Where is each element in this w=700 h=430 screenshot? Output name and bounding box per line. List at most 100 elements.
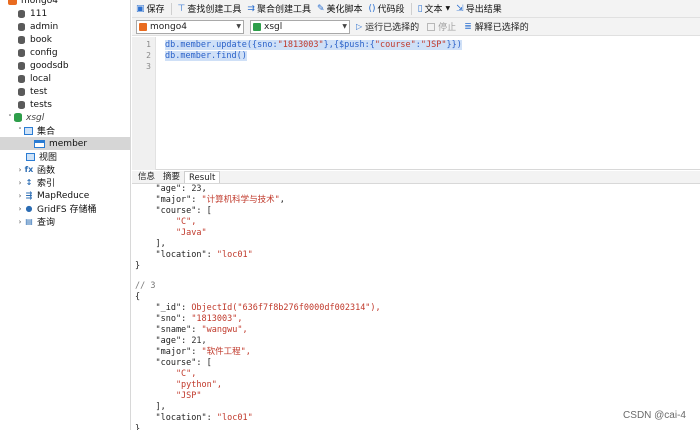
- stop-button[interactable]: 停止: [427, 20, 456, 33]
- snippet-button[interactable]: () 代码段: [368, 2, 405, 16]
- database-icon: [18, 22, 25, 31]
- output-line: "major": "计算机科学与技术",: [135, 195, 285, 205]
- db-label: test: [30, 86, 48, 97]
- code-line-2[interactable]: db.member.find(): [165, 51, 247, 61]
- output-line: "location": "loc01": [135, 413, 253, 423]
- tree-connection-mongo4[interactable]: ˅ mongo4: [0, 0, 130, 7]
- connection-label: mongo4: [21, 0, 58, 6]
- tree-views[interactable]: 视图: [0, 150, 130, 163]
- aggregate-builder-label: 聚合创建工具: [256, 5, 311, 15]
- output-line: ],: [135, 402, 166, 412]
- find-builder-button[interactable]: ⊤ 查找创建工具: [178, 2, 242, 16]
- chevron-right-icon[interactable]: ›: [16, 205, 24, 213]
- tree-gridfs[interactable]: › ● GridFS 存储桶: [0, 202, 130, 215]
- query-editor[interactable]: 1 2 3 db.member.update({sno:"1813003"},{…: [132, 37, 700, 170]
- output-line: "_id": ObjectId("636f7f8b276f0000df00231…: [135, 303, 381, 313]
- tree-db-local[interactable]: local: [0, 72, 130, 85]
- connection-select[interactable]: mongo4 ▼: [136, 19, 244, 34]
- chevron-down-icon: ▼: [445, 5, 451, 12]
- db-label: config: [30, 47, 58, 58]
- json-value: "wangwu",: [201, 325, 248, 335]
- save-button[interactable]: ▣ 保存: [136, 2, 165, 16]
- query-toolbar: ▣ 保存 ⊤ 查找创建工具 ⇉ 聚合创建工具 ✎ 美化脚本 () 代码段 ▯ 文本 ▼ ⇲ 导出…: [132, 0, 700, 18]
- json-key: "major": [135, 347, 192, 357]
- tree-collection-member[interactable]: member: [0, 137, 130, 150]
- collection-label: member: [49, 138, 88, 149]
- play-icon: ▷: [356, 22, 363, 31]
- tree-db-book[interactable]: book: [0, 33, 130, 46]
- tree-db-config[interactable]: config: [0, 46, 130, 59]
- code-line-1[interactable]: db.member.update({sno:"1813003"},{$push:…: [165, 40, 462, 50]
- chevron-down-icon[interactable]: ˅: [16, 127, 24, 135]
- connection-selector-bar: mongo4 ▼ xsgl ▼ ▷ 运行已选择的 停止 ≣ 解释已选择的: [132, 18, 700, 36]
- db-label: local: [30, 73, 51, 84]
- code-string: "course": [374, 40, 416, 50]
- db-label: xsgl: [26, 112, 45, 123]
- database-icon: [18, 100, 25, 109]
- output-line: }: [135, 261, 141, 271]
- text-mode-label: 文本: [424, 5, 443, 15]
- chevron-right-icon[interactable]: ›: [16, 166, 24, 174]
- db-label: goodsdb: [30, 60, 69, 71]
- chevron-down-icon[interactable]: ˅: [0, 0, 8, 5]
- magic-wand-icon: ✎: [316, 3, 325, 14]
- function-icon: fx: [24, 165, 34, 174]
- chevron-right-icon[interactable]: ›: [16, 192, 24, 200]
- json-key: "location": [135, 250, 207, 260]
- explain-selected-button[interactable]: ≣ 解释已选择的: [464, 20, 529, 34]
- run-selected-label: 运行已选择的: [365, 23, 420, 33]
- tree-db-goodsdb[interactable]: goodsdb: [0, 59, 130, 72]
- database-select-value: xsgl: [264, 21, 283, 32]
- bucket-icon: ●: [25, 204, 33, 213]
- code-token: db.member.update({sno:: [165, 40, 278, 50]
- tab-info[interactable]: 信息: [134, 171, 159, 183]
- tree-db-test[interactable]: test: [0, 85, 130, 98]
- code-token: db.member.find(): [165, 51, 247, 61]
- tree-db-111[interactable]: 111: [0, 7, 130, 20]
- output-line: }: [135, 424, 141, 430]
- braces-icon: (): [368, 3, 376, 14]
- export-results-button[interactable]: ⇲ 导出结果: [456, 2, 502, 16]
- tree-mapreduce[interactable]: › ⇶ MapReduce: [0, 189, 130, 202]
- tree-db-xsgl[interactable]: ˅ xsgl: [0, 111, 130, 124]
- line-number-gutter: 1 2 3: [132, 37, 156, 170]
- output-line: "course": [: [135, 358, 212, 368]
- output-line: "C",: [135, 369, 197, 379]
- toolbar-divider: [410, 2, 412, 15]
- find-builder-label: 查找创建工具: [187, 5, 242, 15]
- run-selected-button[interactable]: ▷ 运行已选择的: [356, 20, 419, 33]
- database-open-icon: [14, 113, 22, 122]
- tree-queries[interactable]: › ▤ 查询: [0, 215, 130, 228]
- tree-db-tests[interactable]: tests: [0, 98, 130, 111]
- explain-icon: ≣: [464, 21, 472, 32]
- database-select[interactable]: xsgl ▼: [250, 19, 350, 34]
- index-icon: ↕: [25, 178, 33, 187]
- tree-indexes[interactable]: › ↕ 索引: [0, 176, 130, 189]
- json-key: "location": [135, 413, 207, 423]
- connection-select-value: mongo4: [150, 21, 187, 32]
- code-string: "JSP": [420, 40, 447, 50]
- chevron-right-icon[interactable]: ›: [16, 218, 24, 226]
- tree-functions[interactable]: › fx 函数: [0, 163, 130, 176]
- tab-result[interactable]: Result: [184, 171, 221, 183]
- result-output[interactable]: "age": 23, "major": "计算机科学与技术", "course"…: [132, 184, 700, 430]
- collection-group-icon: [24, 126, 33, 135]
- line-number: 2: [146, 51, 151, 60]
- aggregate-icon: ⇉: [247, 3, 255, 14]
- json-key: "sname": [135, 325, 192, 335]
- text-mode-dropdown[interactable]: ▯ 文本 ▼: [418, 2, 451, 16]
- database-icon: [18, 74, 25, 83]
- chevron-down-icon[interactable]: ˅: [6, 114, 14, 122]
- db-label: 111: [30, 8, 48, 19]
- beautify-button[interactable]: ✎ 美化脚本: [316, 2, 363, 16]
- explain-selected-label: 解释已选择的: [474, 23, 529, 33]
- node-label: 查询: [37, 218, 56, 228]
- tree-collections-group[interactable]: ˅ 集合: [0, 124, 130, 137]
- export-icon: ⇲: [456, 3, 464, 14]
- chevron-right-icon[interactable]: ›: [16, 179, 24, 187]
- tab-summary[interactable]: 摘要: [159, 171, 184, 183]
- save-label: 保存: [146, 5, 165, 15]
- aggregate-builder-button[interactable]: ⇉ 聚合创建工具: [247, 2, 311, 16]
- node-label: 索引: [37, 179, 56, 189]
- tree-db-admin[interactable]: admin: [0, 20, 130, 33]
